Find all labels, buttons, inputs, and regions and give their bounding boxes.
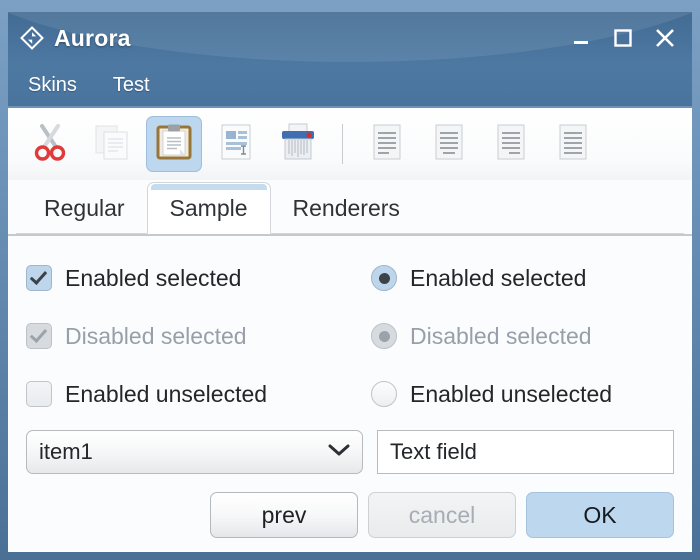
options-grid: Enabled selected Enabled selected Disabl…	[26, 254, 674, 418]
toolbar-button-paste[interactable]	[146, 116, 202, 172]
radio-row-enabled-unselected[interactable]: Enabled unselected	[371, 370, 674, 418]
radio-label-enabled-selected: Enabled selected	[410, 264, 587, 291]
check-icon	[29, 325, 48, 343]
cancel-button: cancel	[368, 492, 516, 538]
chevron-down-icon	[328, 443, 350, 462]
radio-enabled-selected[interactable]	[371, 265, 397, 291]
checkbox-label-enabled-selected: Enabled selected	[65, 264, 242, 291]
menu-item-skins[interactable]: Skins	[24, 72, 81, 99]
checkbox-row-enabled-selected[interactable]: Enabled selected	[26, 254, 371, 302]
align-center-icon	[429, 122, 469, 167]
toolbar-button-align-left[interactable]	[359, 116, 415, 172]
toolbar-button-shred[interactable]	[270, 116, 326, 172]
toolbar-button-copy[interactable]	[84, 116, 140, 172]
copy-pages-icon	[91, 121, 133, 168]
radio-label-disabled-selected: Disabled selected	[410, 322, 592, 349]
button-row: prev cancel OK	[26, 492, 674, 542]
tab-renderers[interactable]: Renderers	[271, 182, 422, 234]
tab-content-sample: Enabled selected Enabled selected Disabl…	[8, 236, 692, 552]
tab-regular[interactable]: Regular	[22, 182, 147, 234]
radio-dot-icon	[378, 272, 390, 284]
radio-row-disabled-selected: Disabled selected	[371, 312, 674, 360]
window: Aurora Skins Test Regular Sample Rendere…	[8, 12, 692, 552]
checkbox-disabled-selected	[26, 323, 52, 349]
toolbar-button-cut[interactable]	[22, 116, 78, 172]
aurora-diamond-icon	[20, 26, 44, 50]
checkbox-row-disabled-selected: Disabled selected	[26, 312, 371, 360]
title-bar: Aurora	[8, 12, 692, 64]
toolbar-button-paste-special[interactable]	[208, 116, 264, 172]
toolbar-button-align-justify[interactable]	[545, 116, 601, 172]
check-icon	[29, 267, 48, 285]
checkbox-label-enabled-unselected: Enabled unselected	[65, 380, 268, 407]
window-title: Aurora	[54, 24, 131, 51]
paste-clipboard-icon	[154, 122, 194, 167]
radio-row-enabled-selected[interactable]: Enabled selected	[371, 254, 674, 302]
text-input-field[interactable]: Text field	[377, 430, 674, 474]
minimize-button[interactable]	[568, 25, 594, 51]
cut-scissors-icon	[29, 121, 71, 168]
toolbar-separator	[342, 124, 343, 164]
align-left-icon	[367, 122, 407, 167]
toolbar-button-align-right[interactable]	[483, 116, 539, 172]
radio-dot-icon	[378, 330, 390, 342]
radio-enabled-unselected[interactable]	[371, 381, 397, 407]
field-row: item1 Text field	[26, 430, 674, 474]
tab-sample[interactable]: Sample	[146, 182, 271, 234]
align-right-icon	[491, 122, 531, 167]
combobox-item-select[interactable]: item1	[26, 430, 363, 474]
window-frame: Aurora Skins Test Regular Sample Rendere…	[0, 0, 700, 560]
radio-disabled-selected	[371, 323, 397, 349]
menu-item-test[interactable]: Test	[109, 72, 154, 99]
toolbar-button-align-center[interactable]	[421, 116, 477, 172]
menu-bar: Skins Test	[8, 64, 692, 108]
checkbox-row-enabled-unselected[interactable]: Enabled unselected	[26, 370, 371, 418]
radio-label-enabled-unselected: Enabled unselected	[410, 380, 613, 407]
text-input-value: Text field	[390, 439, 477, 464]
shredder-icon	[277, 121, 319, 168]
checkbox-enabled-selected[interactable]	[26, 265, 52, 291]
paste-special-document-icon	[216, 122, 256, 167]
checkbox-label-disabled-selected: Disabled selected	[65, 322, 247, 349]
client-area: Regular Sample Renderers Enabled selecte…	[8, 108, 692, 552]
ok-button[interactable]: OK	[526, 492, 674, 538]
tab-bar: Regular Sample Renderers	[8, 180, 692, 234]
prev-button[interactable]: prev	[210, 492, 358, 538]
close-button[interactable]	[652, 25, 678, 51]
combobox-value: item1	[39, 439, 93, 464]
toolbar	[8, 108, 692, 180]
window-controls	[568, 25, 684, 51]
align-justify-icon	[553, 122, 593, 167]
maximize-button[interactable]	[610, 25, 636, 51]
checkbox-enabled-unselected[interactable]	[26, 381, 52, 407]
